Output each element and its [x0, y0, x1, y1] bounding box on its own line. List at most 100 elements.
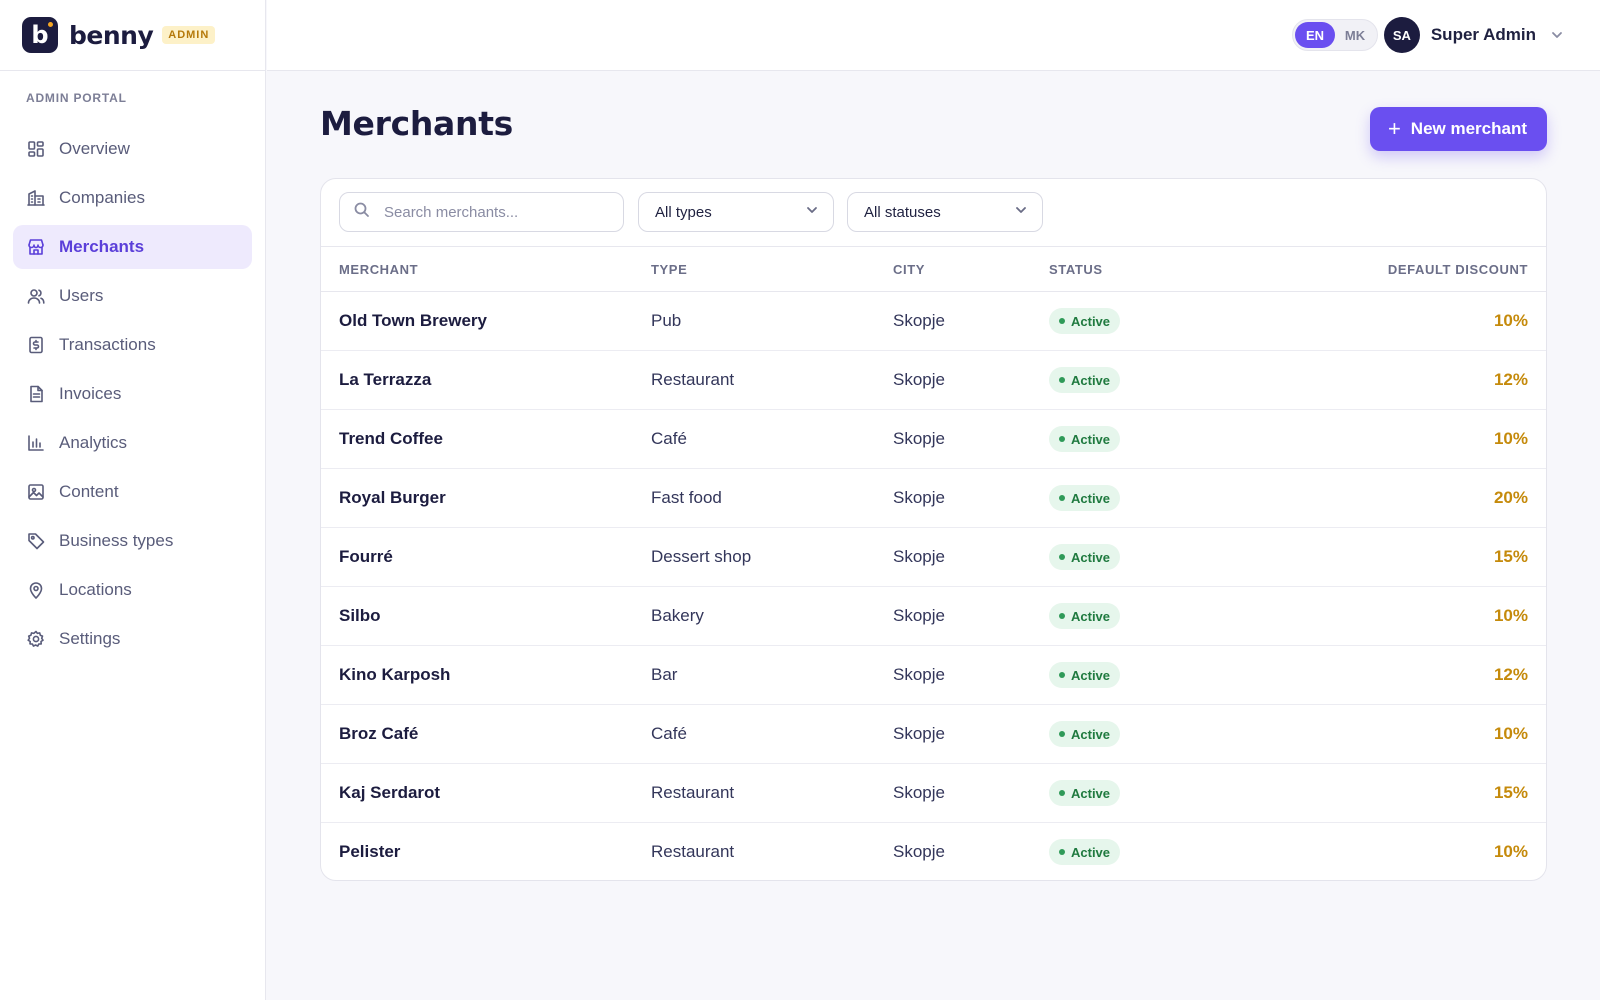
portal-label: ADMIN PORTAL: [26, 91, 127, 105]
column-header-status[interactable]: STATUS: [1049, 262, 1103, 277]
sidebar-item-invoices[interactable]: Invoices: [13, 372, 252, 416]
status-filter-value: All statuses: [864, 203, 941, 221]
sidebar-item-label: Settings: [59, 629, 121, 648]
table-row[interactable]: Fourré Dessert shop Skopje Active 15%: [321, 528, 1546, 587]
column-header-city[interactable]: CITY: [893, 262, 925, 277]
status-badge: Active: [1049, 603, 1121, 629]
plus-icon: +: [1387, 116, 1401, 141]
sidebar-item-label: Business types: [59, 531, 174, 550]
column-header-default-discount[interactable]: DEFAULT DISCOUNT: [1388, 262, 1528, 277]
sidebar-item-analytics[interactable]: Analytics: [13, 421, 252, 465]
sidebar-item-business-types[interactable]: Business types: [13, 519, 252, 563]
language-mk-button[interactable]: MK: [1335, 22, 1375, 48]
merchant-city: Skopje: [893, 311, 945, 330]
type-filter-value: All types: [655, 203, 712, 221]
sidebar-item-settings[interactable]: Settings: [13, 617, 252, 661]
merchant-type: Restaurant: [651, 783, 735, 802]
table-body: Old Town Brewery Pub Skopje Active 10% L…: [321, 292, 1546, 880]
user-name: Super Admin: [1430, 25, 1536, 44]
search-box[interactable]: [339, 192, 624, 232]
chevron-down-icon: [805, 203, 819, 221]
merchant-city: Skopje: [893, 665, 945, 684]
file-icon: [26, 384, 46, 404]
merchant-name[interactable]: La Terrazza: [339, 370, 431, 390]
merchant-name[interactable]: Kaj Serdarot: [339, 783, 440, 803]
table-row[interactable]: Royal Burger Fast food Skopje Active 20%: [321, 469, 1546, 528]
sidebar-item-transactions[interactable]: Transactions: [13, 323, 252, 367]
merchants-card: All types All statuses MERCHANT TYPE CIT…: [320, 178, 1547, 881]
page-title: Merchants: [320, 104, 514, 143]
merchant-name[interactable]: Pelister: [339, 842, 400, 862]
table-row[interactable]: Broz Café Café Skopje Active 10%: [321, 705, 1546, 764]
merchant-discount: 12%: [1493, 665, 1528, 684]
sidebar-item-label: Analytics: [59, 433, 128, 452]
sidebar-item-label: Merchants: [59, 237, 145, 256]
table-row[interactable]: Trend Coffee Café Skopje Active 10%: [321, 410, 1546, 469]
status-badge: Active: [1049, 544, 1121, 570]
sidebar-item-locations[interactable]: Locations: [13, 568, 252, 612]
status-filter-select[interactable]: All statuses: [847, 192, 1043, 232]
sidebar-item-label: Locations: [59, 580, 132, 599]
search-input[interactable]: [384, 203, 604, 221]
new-merchant-button[interactable]: + New merchant: [1369, 107, 1547, 151]
language-en-button[interactable]: EN: [1295, 22, 1335, 48]
sidebar-item-content[interactable]: Content: [13, 470, 252, 514]
sidebar-item-merchants[interactable]: Merchants: [13, 225, 252, 269]
column-header-merchant[interactable]: MERCHANT: [339, 262, 418, 277]
sidebar-item-companies[interactable]: Companies: [13, 176, 252, 220]
topbar: EN MK SA Super Admin: [267, 0, 1600, 71]
column-header-type[interactable]: TYPE: [651, 262, 687, 277]
merchant-discount: 15%: [1493, 783, 1528, 802]
sidebar-item-overview[interactable]: Overview: [13, 127, 252, 171]
merchant-discount: 15%: [1493, 547, 1528, 566]
merchant-name[interactable]: Kino Karposh: [339, 665, 450, 685]
merchant-name[interactable]: Old Town Brewery: [339, 311, 487, 331]
table-row[interactable]: Pelister Restaurant Skopje Active 10%: [321, 823, 1546, 880]
merchant-name[interactable]: Fourré: [339, 547, 393, 567]
table-header: MERCHANT TYPE CITY STATUS DEFAULT DISCOU…: [321, 247, 1546, 292]
status-badge: Active: [1049, 367, 1121, 393]
merchant-discount: 10%: [1493, 606, 1528, 625]
merchant-type: Dessert shop: [651, 547, 752, 566]
chevron-down-icon: [1014, 203, 1028, 221]
avatar: SA: [1383, 17, 1420, 53]
merchant-name[interactable]: Silbo: [339, 606, 381, 626]
new-merchant-label: New merchant: [1410, 119, 1527, 138]
table-row[interactable]: Kino Karposh Bar Skopje Active 12%: [321, 646, 1546, 705]
status-badge: Active: [1049, 662, 1121, 688]
user-menu[interactable]: SA Super Admin: [1383, 17, 1564, 53]
bar-chart-icon: [26, 433, 46, 453]
admin-badge: ADMIN: [162, 26, 216, 44]
status-badge: Active: [1049, 721, 1121, 747]
merchant-city: Skopje: [893, 783, 945, 802]
map-pin-icon: [26, 580, 46, 600]
filter-bar: All types All statuses: [321, 179, 1546, 247]
type-filter-select[interactable]: All types: [638, 192, 834, 232]
merchant-type: Pub: [651, 311, 682, 330]
table-row[interactable]: Old Town Brewery Pub Skopje Active 10%: [321, 292, 1546, 351]
merchant-city: Skopje: [893, 547, 945, 566]
status-badge: Active: [1049, 780, 1121, 806]
image-icon: [26, 482, 46, 502]
gear-icon: [26, 629, 46, 649]
status-badge: Active: [1049, 839, 1121, 865]
merchant-city: Skopje: [893, 429, 945, 448]
store-icon: [26, 237, 46, 257]
brand[interactable]: b benny ADMIN: [0, 0, 265, 71]
merchant-name[interactable]: Royal Burger: [339, 488, 446, 508]
merchant-city: Skopje: [893, 606, 945, 625]
merchant-city: Skopje: [893, 842, 945, 861]
search-icon: [353, 201, 370, 223]
sidebar-item-label: Invoices: [59, 384, 122, 403]
grid-icon: [26, 139, 46, 159]
table-row[interactable]: La Terrazza Restaurant Skopje Active 12%: [321, 351, 1546, 410]
sidebar: b benny ADMIN ADMIN PORTAL Overview Comp…: [0, 0, 266, 1000]
merchant-name[interactable]: Broz Café: [339, 724, 418, 744]
sidebar-item-users[interactable]: Users: [13, 274, 252, 318]
table-row[interactable]: Silbo Bakery Skopje Active 10%: [321, 587, 1546, 646]
status-badge: Active: [1049, 308, 1121, 334]
table-row[interactable]: Kaj Serdarot Restaurant Skopje Active 15…: [321, 764, 1546, 823]
merchant-name[interactable]: Trend Coffee: [339, 429, 443, 449]
chevron-down-icon: [1550, 28, 1564, 42]
logo-icon: b: [22, 17, 58, 53]
